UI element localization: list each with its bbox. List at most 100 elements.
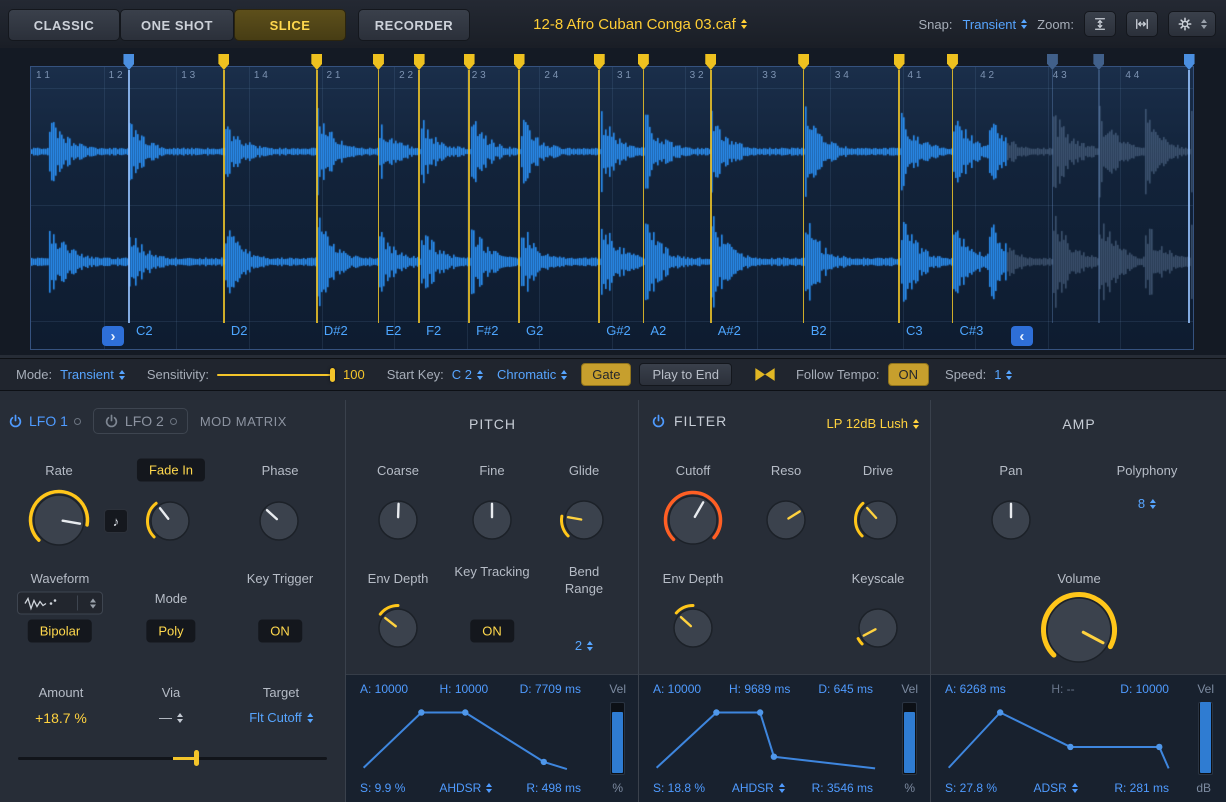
env-type-select[interactable]: ADSR xyxy=(1034,781,1078,795)
pan-knob[interactable] xyxy=(983,492,1039,548)
envelope-graph[interactable] xyxy=(354,701,595,776)
filter-type-select[interactable]: LP 12dB Lush xyxy=(827,416,919,431)
power-icon[interactable] xyxy=(104,414,119,429)
env-release-value[interactable]: R: 281 ms xyxy=(1114,781,1169,795)
lfo-mode-value[interactable]: Poly xyxy=(146,620,195,643)
waveform-canvas[interactable] xyxy=(31,89,1193,321)
amp-panel: AMP Pan Polyphony 8 Volume A: 6268 ms H:… xyxy=(930,400,1226,802)
reso-knob[interactable] xyxy=(758,492,814,548)
sample-name-select[interactable]: 12-8 Afro Cuban Conga 03.caf xyxy=(430,0,850,48)
speed-select[interactable]: 1 xyxy=(994,367,1012,382)
key-tracking-label: Key Tracking xyxy=(452,563,532,580)
lfo-via-select[interactable]: — xyxy=(159,710,183,725)
start-key-select[interactable]: C 2 xyxy=(452,367,483,382)
amount-label: Amount xyxy=(39,684,84,701)
scale-select[interactable]: Chromatic xyxy=(497,367,567,382)
key-tracking-toggle[interactable]: ON xyxy=(470,620,514,643)
env-release-value[interactable]: R: 3546 ms xyxy=(812,781,873,795)
coarse-knob[interactable] xyxy=(370,492,426,548)
tab-lfo2[interactable]: LFO 2 xyxy=(93,408,188,434)
updown-icon xyxy=(486,783,492,793)
lfo-rate-knob[interactable] xyxy=(25,486,93,554)
env-type-select[interactable]: AHDSR xyxy=(439,781,492,795)
filter-env-depth-knob[interactable] xyxy=(665,600,721,656)
env-vel-slider[interactable] xyxy=(1198,702,1213,775)
tempo-sync-note-button[interactable]: ♪ xyxy=(104,509,128,533)
env-decay-value[interactable]: D: 645 ms xyxy=(818,682,873,696)
slider-track xyxy=(217,374,335,376)
env-attack-value[interactable]: A: 10000 xyxy=(653,682,701,696)
volume-knob[interactable] xyxy=(1038,589,1120,671)
ruler-label: 4 4 xyxy=(1120,70,1139,81)
zoom-vertical-button[interactable] xyxy=(1084,11,1116,37)
ruler-label: 1 1 xyxy=(31,70,50,81)
sensitivity-slider[interactable] xyxy=(217,367,335,383)
fine-knob[interactable] xyxy=(464,492,520,548)
ruler-label: 3 4 xyxy=(830,70,849,81)
zoom-horizontal-button[interactable] xyxy=(1126,11,1158,37)
env-decay-value[interactable]: D: 10000 xyxy=(1120,682,1169,696)
range-end-handle[interactable]: ‹ xyxy=(1011,326,1033,346)
range-start-handle[interactable]: › xyxy=(102,326,124,346)
follow-tempo-toggle[interactable]: ON xyxy=(888,363,930,386)
gate-button[interactable]: Gate xyxy=(581,363,631,386)
lfo-amount-value[interactable]: +18.7 % xyxy=(35,710,87,726)
updown-icon xyxy=(177,713,183,723)
mod-indicator-dot xyxy=(170,418,177,425)
lfo-target-select[interactable]: Flt Cutoff xyxy=(249,710,313,725)
env-hold-value[interactable]: H: -- xyxy=(1051,682,1074,696)
amp-envelope: A: 6268 ms H: -- D: 10000 Vel S: 27.8 % … xyxy=(931,674,1226,802)
tab-lfo1[interactable]: LFO 1 xyxy=(8,413,81,429)
fade-mode-button[interactable]: Fade In xyxy=(137,459,205,482)
glide-knob[interactable] xyxy=(556,492,612,548)
mode-select[interactable]: Transient xyxy=(60,367,125,382)
lfo-phase-knob[interactable] xyxy=(251,493,307,549)
updown-icon xyxy=(1201,19,1207,29)
vel-fill xyxy=(1200,702,1211,773)
ruler-label: 2 3 xyxy=(467,70,486,81)
env-release-value[interactable]: R: 498 ms xyxy=(526,781,581,795)
env-hold-value[interactable]: H: 10000 xyxy=(439,682,488,696)
drive-knob[interactable] xyxy=(850,492,906,548)
key-trigger-toggle[interactable]: ON xyxy=(258,620,302,643)
power-icon[interactable] xyxy=(651,414,666,429)
tab-one-shot[interactable]: ONE SHOT xyxy=(120,9,234,41)
env-hold-value[interactable]: H: 9689 ms xyxy=(729,682,790,696)
crossfade-button[interactable] xyxy=(750,365,780,384)
ruler-label: 2 4 xyxy=(539,70,558,81)
keyscale-knob[interactable] xyxy=(850,600,906,656)
lfo-amount-slider[interactable] xyxy=(18,750,327,766)
env-vel-slider[interactable] xyxy=(610,702,625,775)
slider-handle[interactable] xyxy=(330,368,335,382)
bend-range-select[interactable]: 2 xyxy=(575,638,593,653)
slice-mode-bar: Mode: Transient Sensitivity: 100 Start K… xyxy=(0,358,1226,391)
polyphony-select[interactable]: 8 xyxy=(1138,496,1156,511)
lfo-polarity-button[interactable]: Bipolar xyxy=(28,620,92,643)
waveform-display: 1 11 21 31 42 12 22 32 43 13 23 33 44 14… xyxy=(0,48,1226,355)
env-vel-slider[interactable] xyxy=(902,702,917,775)
updown-icon xyxy=(779,783,785,793)
power-icon[interactable] xyxy=(8,414,23,429)
play-to-end-button[interactable]: Play to End xyxy=(639,363,732,386)
snap-select[interactable]: Transient xyxy=(962,17,1027,32)
ruler-label: 4 2 xyxy=(975,70,994,81)
env-sustain-value[interactable]: S: 18.8 % xyxy=(653,781,705,795)
env-type-select[interactable]: AHDSR xyxy=(732,781,785,795)
waveform-frame[interactable]: 1 11 21 31 42 12 22 32 43 13 23 33 44 14… xyxy=(30,66,1194,350)
tab-classic[interactable]: CLASSIC xyxy=(8,9,120,41)
pitch-env-depth-knob[interactable] xyxy=(370,600,426,656)
lfo-fade-knob[interactable] xyxy=(142,493,198,549)
tab-slice[interactable]: SLICE xyxy=(234,9,346,41)
tab-mod-matrix[interactable]: MOD MATRIX xyxy=(200,414,287,429)
env-sustain-value[interactable]: S: 27.8 % xyxy=(945,781,997,795)
env-sustain-value[interactable]: S: 9.9 % xyxy=(360,781,405,795)
action-menu-button[interactable] xyxy=(1168,11,1216,37)
env-attack-value[interactable]: A: 10000 xyxy=(360,682,408,696)
slider-handle[interactable] xyxy=(194,750,199,766)
cutoff-knob[interactable] xyxy=(660,487,726,553)
envelope-graph[interactable] xyxy=(939,701,1183,776)
env-decay-value[interactable]: D: 7709 ms xyxy=(520,682,581,696)
lfo-waveform-select[interactable] xyxy=(17,592,103,615)
env-attack-value[interactable]: A: 6268 ms xyxy=(945,682,1006,696)
envelope-graph[interactable] xyxy=(647,701,887,776)
